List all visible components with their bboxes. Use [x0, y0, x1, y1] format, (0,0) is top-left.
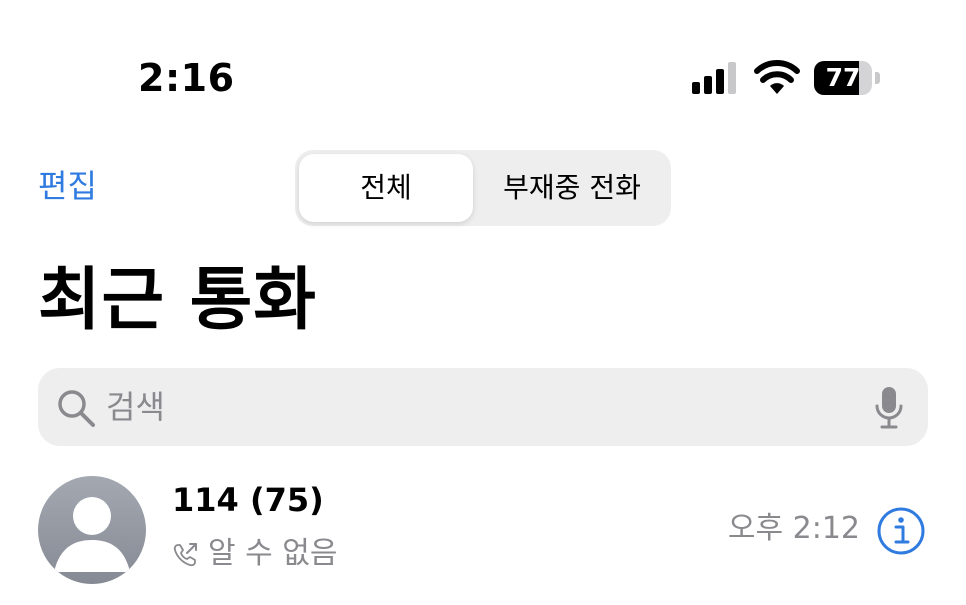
- segment-all[interactable]: 전체: [299, 154, 473, 222]
- avatar: [38, 476, 146, 584]
- search-input[interactable]: 검색: [106, 385, 165, 429]
- edit-button[interactable]: 편집: [38, 164, 97, 208]
- call-time: 오후 2:12: [727, 511, 860, 546]
- search-icon: [58, 390, 95, 427]
- call-filter-segmented-control: 전체 부재중 전화: [295, 150, 671, 226]
- wifi-icon: [754, 60, 800, 94]
- search-bar[interactable]: 검색: [38, 368, 928, 446]
- cellular-signal-icon: [692, 62, 736, 94]
- recents-screen: 2:16 77 편집 전체 부재중 전화 최근 통화 검색 114 (75) 알…: [0, 0, 966, 605]
- person-silhouette-icon: [54, 497, 130, 572]
- page-title: 최근 통화: [38, 261, 317, 340]
- battery-cap: [875, 72, 880, 84]
- battery-percent: 77: [825, 63, 861, 92]
- microphone-icon[interactable]: [874, 386, 904, 430]
- call-type-label: 알 수 없음: [208, 536, 338, 571]
- segment-missed[interactable]: 부재중 전화: [479, 154, 665, 222]
- caller-name: 114 (75): [172, 481, 324, 519]
- battery-indicator: 77: [814, 61, 880, 95]
- outgoing-call-icon: [173, 543, 197, 567]
- battery-body: 77: [814, 61, 872, 95]
- info-icon[interactable]: [876, 506, 926, 556]
- call-list-item[interactable]: 114 (75) 알 수 없음 오후 2:12: [0, 470, 966, 605]
- status-time: 2:16: [138, 56, 235, 100]
